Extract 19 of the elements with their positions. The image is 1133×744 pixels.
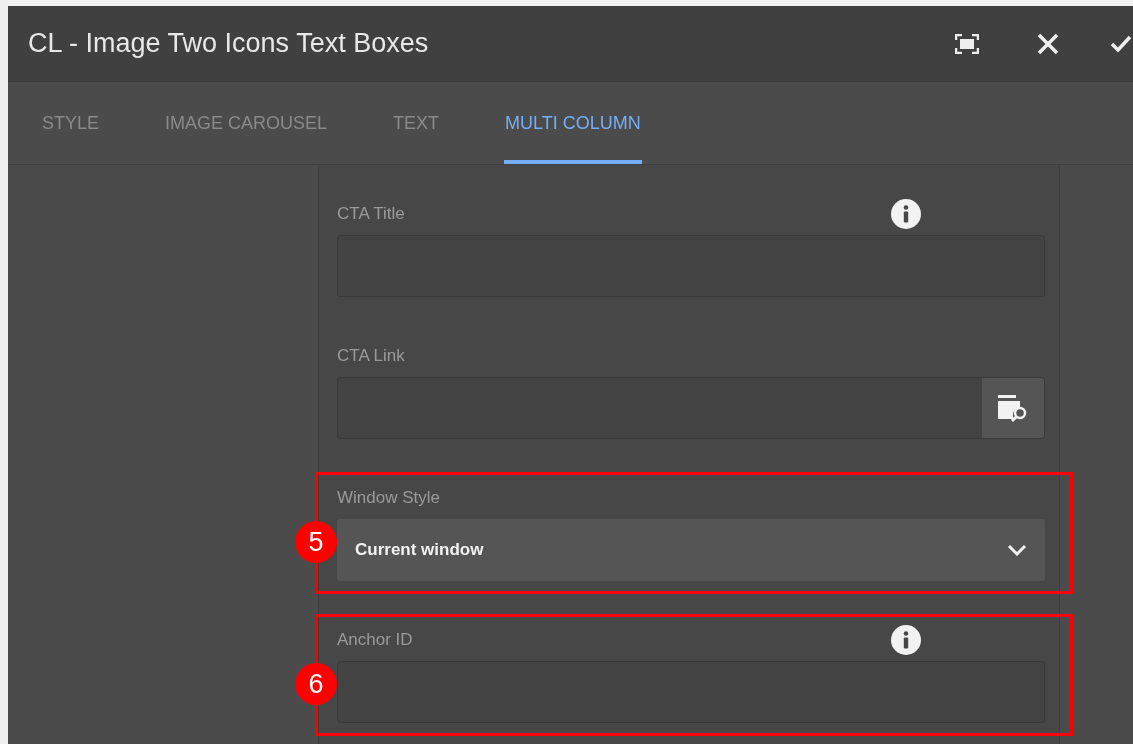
close-icon <box>1035 31 1060 56</box>
field-label: Window Style <box>337 487 441 510</box>
fullscreen-icon <box>954 33 979 54</box>
tab[interactable]: IMAGE CAROUSEL <box>164 82 329 164</box>
field-label: CTA Title <box>337 203 406 226</box>
tab[interactable]: TEXT <box>392 82 441 164</box>
browse-button[interactable] <box>982 378 1044 438</box>
callout-number: 5 <box>295 521 337 563</box>
info-icon[interactable] <box>891 199 921 229</box>
select-dropdown[interactable]: Current window <box>337 519 1045 581</box>
path-field[interactable] <box>337 377 1045 439</box>
tab[interactable]: STYLE <box>41 82 101 164</box>
field-label: Anchor ID <box>337 629 414 652</box>
chevron-down-icon <box>1007 544 1027 556</box>
callout-number: 6 <box>295 663 337 705</box>
text-field[interactable] <box>337 661 1045 723</box>
info-icon[interactable] <box>891 625 921 655</box>
dialog-title: CL - Image Two Icons Text Boxes <box>28 27 430 61</box>
field-label: CTA Link <box>337 345 406 368</box>
